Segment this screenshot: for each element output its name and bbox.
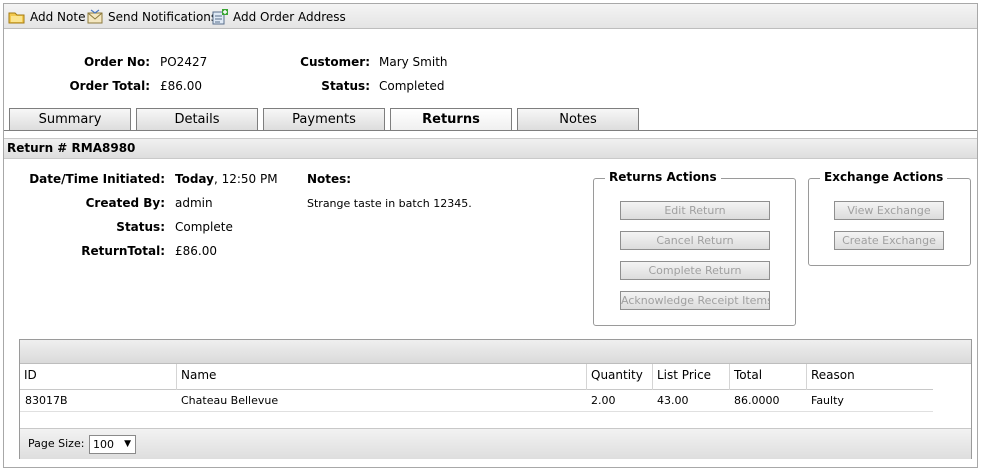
- complete-return-button[interactable]: Complete Return: [620, 261, 770, 280]
- cell-quantity: 2.00: [591, 394, 616, 407]
- order-no-value: PO2427: [160, 55, 208, 69]
- send-notifications-button[interactable]: Send Notifications: [86, 8, 217, 25]
- datetime-time: , 12:50 PM: [213, 172, 278, 186]
- order-total-value: £86.00: [160, 79, 202, 93]
- cancel-return-button[interactable]: Cancel Return: [620, 231, 770, 250]
- view-exchange-button[interactable]: View Exchange: [834, 201, 944, 220]
- return-title: Return # RMA8980: [4, 138, 977, 159]
- customer-label: Customer:: [300, 55, 370, 69]
- grid-header: ID Name Quantity List Price Total Reason: [20, 364, 933, 390]
- return-status-label: Status:: [116, 220, 165, 234]
- note-folder-icon: [8, 9, 26, 25]
- datetime-value: Today, 12:50 PM: [175, 172, 278, 186]
- column-header-list-price[interactable]: List Price: [652, 364, 729, 390]
- add-order-address-label: Add Order Address: [233, 9, 346, 24]
- order-no-label: Order No:: [83, 55, 150, 69]
- exchange-actions-group: [808, 178, 971, 266]
- column-header-quantity[interactable]: Quantity: [586, 364, 652, 390]
- create-exchange-button[interactable]: Create Exchange: [834, 231, 944, 250]
- returns-actions-legend: Returns Actions: [605, 170, 721, 184]
- grid-footer: Page Size: 100 ▼: [20, 428, 971, 459]
- add-address-icon: [211, 8, 229, 25]
- acknowledge-receipt-button[interactable]: Acknowledge Receipt Items: [620, 291, 770, 310]
- envelope-icon: [86, 9, 104, 25]
- tab-details[interactable]: Details: [136, 108, 258, 130]
- toolbar: Add Note Send Notifications Add Order Ad…: [4, 4, 977, 29]
- page-size-value: 100: [93, 438, 114, 451]
- return-total-value: £86.00: [175, 244, 217, 258]
- table-row[interactable]: 83017B Chateau Bellevue 2.00 43.00 86.00…: [20, 391, 933, 412]
- grid-toolbar: [20, 340, 971, 364]
- tab-summary[interactable]: Summary: [9, 108, 131, 130]
- column-header-id[interactable]: ID: [20, 364, 176, 390]
- customer-value: Mary Smith: [379, 55, 448, 69]
- add-note-label: Add Note: [30, 9, 86, 24]
- order-status-label: Status:: [321, 79, 370, 93]
- tab-notes[interactable]: Notes: [517, 108, 639, 130]
- order-total-label: Order Total:: [69, 79, 150, 93]
- return-items-grid: ID Name Quantity List Price Total Reason…: [19, 339, 972, 459]
- edit-return-button[interactable]: Edit Return: [620, 201, 770, 220]
- cell-id: 83017B: [25, 394, 68, 407]
- return-total-label: ReturnTotal:: [81, 244, 165, 258]
- column-header-name[interactable]: Name: [176, 364, 586, 390]
- column-header-reason[interactable]: Reason: [806, 364, 933, 390]
- tab-returns[interactable]: Returns: [390, 108, 512, 131]
- add-note-button[interactable]: Add Note: [8, 8, 85, 25]
- created-by-value: admin: [175, 196, 213, 210]
- cell-name: Chateau Bellevue: [181, 394, 279, 407]
- chevron-down-icon: ▼: [124, 439, 131, 449]
- cell-reason: Faulty: [811, 394, 844, 407]
- page-size-select[interactable]: 100 ▼: [89, 435, 136, 454]
- exchange-actions-legend: Exchange Actions: [820, 170, 948, 184]
- send-notifications-label: Send Notifications: [108, 9, 218, 24]
- page-size-label: Page Size:: [28, 437, 85, 450]
- cell-total: 86.0000: [734, 394, 780, 407]
- tab-payments[interactable]: Payments: [263, 108, 385, 130]
- datetime-day: Today: [175, 172, 214, 186]
- notes-value: Strange taste in batch 12345.: [307, 197, 472, 210]
- created-by-label: Created By:: [85, 196, 165, 210]
- datetime-label: Date/Time Initiated:: [29, 172, 165, 186]
- order-status-value: Completed: [379, 79, 445, 93]
- notes-label: Notes:: [307, 172, 352, 186]
- return-status-value: Complete: [175, 220, 233, 234]
- order-panel: Add Note Send Notifications Add Order Ad…: [3, 3, 978, 468]
- column-header-total[interactable]: Total: [729, 364, 806, 390]
- cell-list-price: 43.00: [657, 394, 689, 407]
- add-order-address-button[interactable]: Add Order Address: [211, 8, 346, 25]
- tab-divider: [4, 130, 977, 131]
